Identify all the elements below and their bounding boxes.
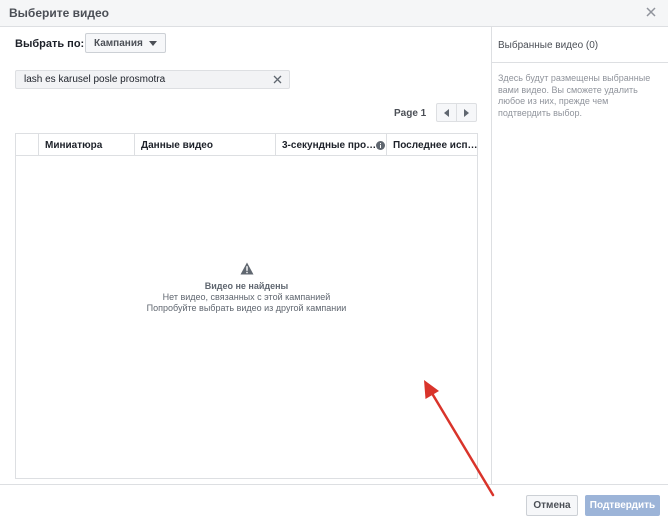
column-header-3s-views-label: 3-секундные про… xyxy=(282,139,377,151)
selected-videos-panel: Выбранные видео (0) Здесь будут размещен… xyxy=(491,27,668,484)
filter-label: Выбрать по: xyxy=(15,38,85,50)
selected-videos-title: Выбранные видео (0) xyxy=(498,40,599,51)
empty-state-suggestion: Попробуйте выбрать видео из другой кампа… xyxy=(146,303,347,313)
column-header-last-used[interactable]: Последнее исп… xyxy=(387,134,479,156)
empty-state: Видео не найдены Нет видео, связанных с … xyxy=(16,262,477,314)
video-table: Миниатюра Данные видео 3-секундные про… … xyxy=(15,133,478,479)
info-icon[interactable] xyxy=(376,140,386,150)
close-icon[interactable] xyxy=(644,5,658,19)
filter-dropdown[interactable]: Кампания xyxy=(85,33,166,53)
chevron-right-icon xyxy=(464,108,469,117)
chevron-left-icon xyxy=(444,108,449,117)
video-picker-panel: Выбрать по: Кампания lash es karusel pos… xyxy=(0,27,491,484)
prev-page-button[interactable] xyxy=(437,104,456,121)
confirm-button: Подтвердить xyxy=(585,495,660,516)
column-header-thumbnail[interactable]: Миниатюра xyxy=(39,134,135,156)
select-column-header xyxy=(16,134,39,156)
divider xyxy=(492,62,668,63)
pagination xyxy=(436,103,477,122)
search-token[interactable]: lash es karusel posle prosmotra xyxy=(15,70,290,89)
chevron-down-icon xyxy=(148,40,157,46)
empty-state-title: Видео не найдены xyxy=(204,281,289,291)
search-value: lash es karusel posle prosmotra xyxy=(24,74,166,85)
selected-videos-hint: Здесь будут размещены выбранные вами вид… xyxy=(498,73,651,118)
cancel-button[interactable]: Отмена xyxy=(526,495,578,516)
column-header-video-data[interactable]: Данные видео xyxy=(135,134,276,156)
empty-state-message: Нет видео, связанных с этой кампанией xyxy=(162,292,331,302)
column-header-3s-views[interactable]: 3-секундные про… xyxy=(276,134,387,156)
dialog-footer: Отмена Подтвердить xyxy=(0,484,668,520)
next-page-button[interactable] xyxy=(456,104,476,121)
dialog-header: Выберите видео xyxy=(0,0,668,27)
filter-dropdown-value: Кампания xyxy=(94,37,143,49)
dialog-title: Выберите видео xyxy=(9,6,109,20)
table-header: Миниатюра Данные видео 3-секундные про… … xyxy=(16,134,479,156)
clear-icon[interactable] xyxy=(272,74,283,85)
page-label: Page 1 xyxy=(394,108,427,119)
warning-icon xyxy=(240,262,253,275)
